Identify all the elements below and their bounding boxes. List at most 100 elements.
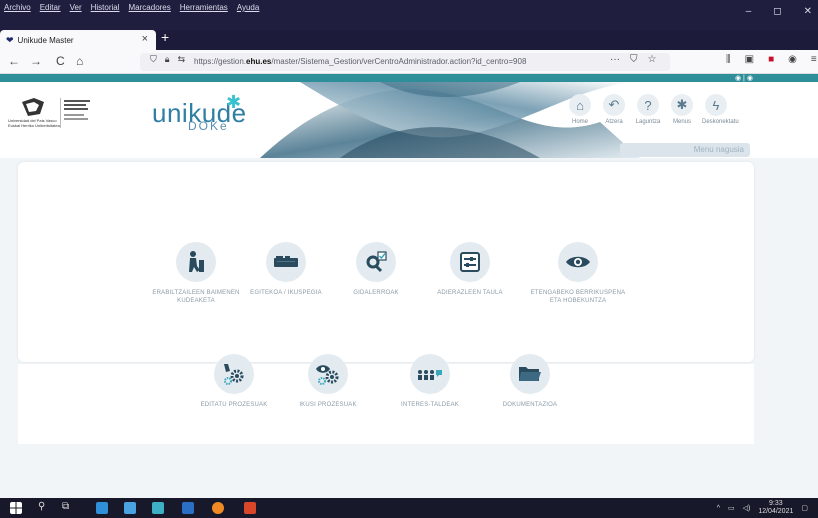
help-icon: ? <box>637 94 659 116</box>
menu-item-dokumentazioa[interactable]: DOKUMENTAZIOA <box>480 354 580 409</box>
nav-atzera[interactable]: ↶ Atzera <box>600 94 628 125</box>
tray-chevron-icon[interactable]: ^ <box>717 505 720 512</box>
menu-item-gidalerroak[interactable]: GIDALERROAK <box>326 242 426 297</box>
windows-taskbar: ⚲ ⧉ ^ ▭ ◁) 9:33 12/04/2021 ▢ <box>0 498 818 518</box>
window-controls: – ◻ ✕ <box>746 6 812 17</box>
shield-icon[interactable]: ⛉ <box>150 54 157 65</box>
task-view-icon[interactable]: ⧉ <box>62 501 74 513</box>
lock-icon[interactable]: 🔒︎ <box>165 54 170 65</box>
menu-item-adierazleen-taula[interactable]: ADIERAZLEEN TAULA <box>420 242 520 297</box>
search-icon[interactable]: ⚲ <box>38 501 50 513</box>
view-gear-icon <box>316 365 339 385</box>
upv-text: Universidad del País Vasco Euskal Herrik… <box>8 118 60 128</box>
nav-home[interactable]: ⌂ Home <box>566 94 594 125</box>
brand-subtitle: DOKe <box>188 119 229 133</box>
system-tray: ^ ▭ ◁) 9:33 12/04/2021 ▢ <box>717 500 808 516</box>
menu-ayuda[interactable]: Ayuda <box>237 3 260 12</box>
url-actions: ··· ⛉ ☆ <box>610 54 656 65</box>
favicon-icon: ❤ <box>6 34 14 45</box>
permissions-icon[interactable]: ⇆ <box>178 54 186 65</box>
url-security-icons: ⛉ 🔒︎ ⇆ <box>150 54 185 65</box>
people-app-icon[interactable] <box>124 502 136 514</box>
firefox-app-icon[interactable] <box>212 502 224 514</box>
back-icon[interactable]: ← <box>8 54 20 68</box>
menu-item-etengabeko-berrikuspena[interactable]: ETENGABEKO BERRIKUSPENA ETA HOBEKUNTZA <box>528 242 628 305</box>
clock-date: 12/04/2021 <box>758 508 794 515</box>
top-strip <box>0 74 818 82</box>
browser-menubar: Archivo Editar Ver Historial Marcadores … <box>0 0 818 30</box>
menu-item-interes-taldeak[interactable]: INTERES-TALDEAK <box>380 354 480 409</box>
top-navigation: ⌂ Home ↶ Atzera ? Laguntza ✱ Menus ϟ Des… <box>566 94 739 125</box>
main-menu-tab[interactable]: Menu nagusia <box>620 143 750 157</box>
maximize-icon[interactable]: ◻ <box>773 6 781 17</box>
bookmark-star-icon[interactable]: ☆ <box>648 54 657 65</box>
menu-item-editatu-prozesuak[interactable]: EDITATU PROZESUAK <box>184 354 284 409</box>
language-selector[interactable]: ◉ | ◉ <box>735 74 753 82</box>
back-arrow-icon: ↶ <box>603 94 625 116</box>
extension-icon[interactable]: ■ <box>768 54 774 65</box>
tab-unikude-master[interactable]: ❤ Unikude Master × <box>0 30 156 50</box>
outlook-app-icon[interactable] <box>96 502 108 514</box>
toolbar-right: ⫼ ▣ ■ ◉ ≡ <box>726 54 817 65</box>
search-doc-icon <box>366 251 387 273</box>
pocket-icon[interactable]: ⛉ <box>630 54 638 65</box>
clock-time: 9:33 <box>769 500 783 507</box>
clock[interactable]: 9:33 12/04/2021 <box>758 500 793 516</box>
url-path: /master/Sistema_Gestion/verCentroAdminis… <box>271 57 527 66</box>
account-icon[interactable]: ◉ <box>788 54 797 65</box>
volume-icon[interactable]: ◁) <box>743 504 751 512</box>
user-icon <box>189 251 204 272</box>
close-window-icon[interactable]: ✕ <box>804 6 812 17</box>
url-bar[interactable]: https://gestion.ehu.es/master/Sistema_Ge… <box>140 53 670 71</box>
edit-gear-icon <box>224 364 244 385</box>
nav-menus-label: Menus <box>672 119 691 125</box>
nav-deskonektatu-label: Deskonektatu <box>702 119 739 125</box>
minimize-icon[interactable]: – <box>746 6 752 17</box>
navigation-bar: ← → C ⌂ https://gestion.ehu.es/master/Si… <box>0 50 818 74</box>
home-icon[interactable]: ⌂ <box>76 54 83 68</box>
forward-icon[interactable]: → <box>30 54 42 68</box>
url-prefix: https://gestion. <box>194 57 247 66</box>
network-icon[interactable]: ▭ <box>728 504 735 512</box>
nav-menus[interactable]: ✱ Menus <box>668 94 696 125</box>
menu-item-label: EGITEKOA / IKUSPEGIA <box>250 290 322 296</box>
sliders-icon <box>460 252 480 272</box>
notifications-icon[interactable]: ▢ <box>801 504 808 512</box>
menu-item-egitekoa-ikuspegia[interactable]: EGITEKOA / IKUSPEGIA <box>236 242 336 297</box>
menus-icon: ✱ <box>671 94 693 116</box>
library-icon[interactable]: ⫼ <box>726 54 731 65</box>
word-app-icon[interactable] <box>182 502 194 514</box>
menu-marcadores[interactable]: Marcadores <box>129 3 171 12</box>
menu-list: Archivo Editar Ver Historial Marcadores … <box>4 3 259 12</box>
menu-item-label: INTERES-TALDEAK <box>401 402 459 408</box>
page-actions-icon[interactable]: ··· <box>610 54 620 65</box>
menu-archivo[interactable]: Archivo <box>4 3 31 12</box>
menu-item-label: ERABILTZAILEEN BAIMENEN KUDEAKETA <box>152 290 240 304</box>
tab-close-icon[interactable]: × <box>142 33 148 45</box>
nav-deskonektatu[interactable]: ϟ Deskonektatu <box>702 94 739 125</box>
menu-ver[interactable]: Ver <box>70 3 82 12</box>
menu-item-ikusi-prozesuak[interactable]: IKUSI PROZESUAK <box>278 354 378 409</box>
menu-editar[interactable]: Editar <box>40 3 61 12</box>
new-tab-button[interactable]: + <box>161 29 169 45</box>
nav-laguntza-label: Laguntza <box>635 119 661 125</box>
menu-item-label: IKUSI PROZESUAK <box>299 402 357 408</box>
hamburger-menu-icon[interactable]: ≡ <box>811 54 817 65</box>
menu-item-erabiltzaileen-baimenen-kudeaketa[interactable]: ERABILTZAILEEN BAIMENEN KUDEAKETA <box>146 242 246 305</box>
nav-laguntza[interactable]: ? Laguntza <box>634 94 662 125</box>
powerpoint-app-icon[interactable] <box>244 502 256 514</box>
url-domain: ehu.es <box>246 57 272 66</box>
photos-app-icon[interactable] <box>152 502 164 514</box>
menu-item-label: ETENGABEKO BERRIKUSPENA ETA HOBEKUNTZA <box>530 290 626 304</box>
disconnect-icon: ϟ <box>705 94 727 116</box>
windows-start-icon[interactable] <box>10 502 22 514</box>
menu-historial[interactable]: Historial <box>91 3 120 12</box>
web-page: ◉ | ◉ Universidad del País Vasco Euskal … <box>0 74 818 498</box>
tab-title: Unikude Master <box>17 35 74 45</box>
nav-home-label: Home <box>571 119 588 125</box>
menu-item-label: EDITATU PROZESUAK <box>200 402 268 408</box>
menu-herramientas[interactable]: Herramientas <box>180 3 228 12</box>
menu-item-label: ADIERAZLEEN TAULA <box>437 290 503 296</box>
sidebar-icon[interactable]: ▣ <box>745 54 754 65</box>
reload-icon[interactable]: C <box>56 54 65 68</box>
